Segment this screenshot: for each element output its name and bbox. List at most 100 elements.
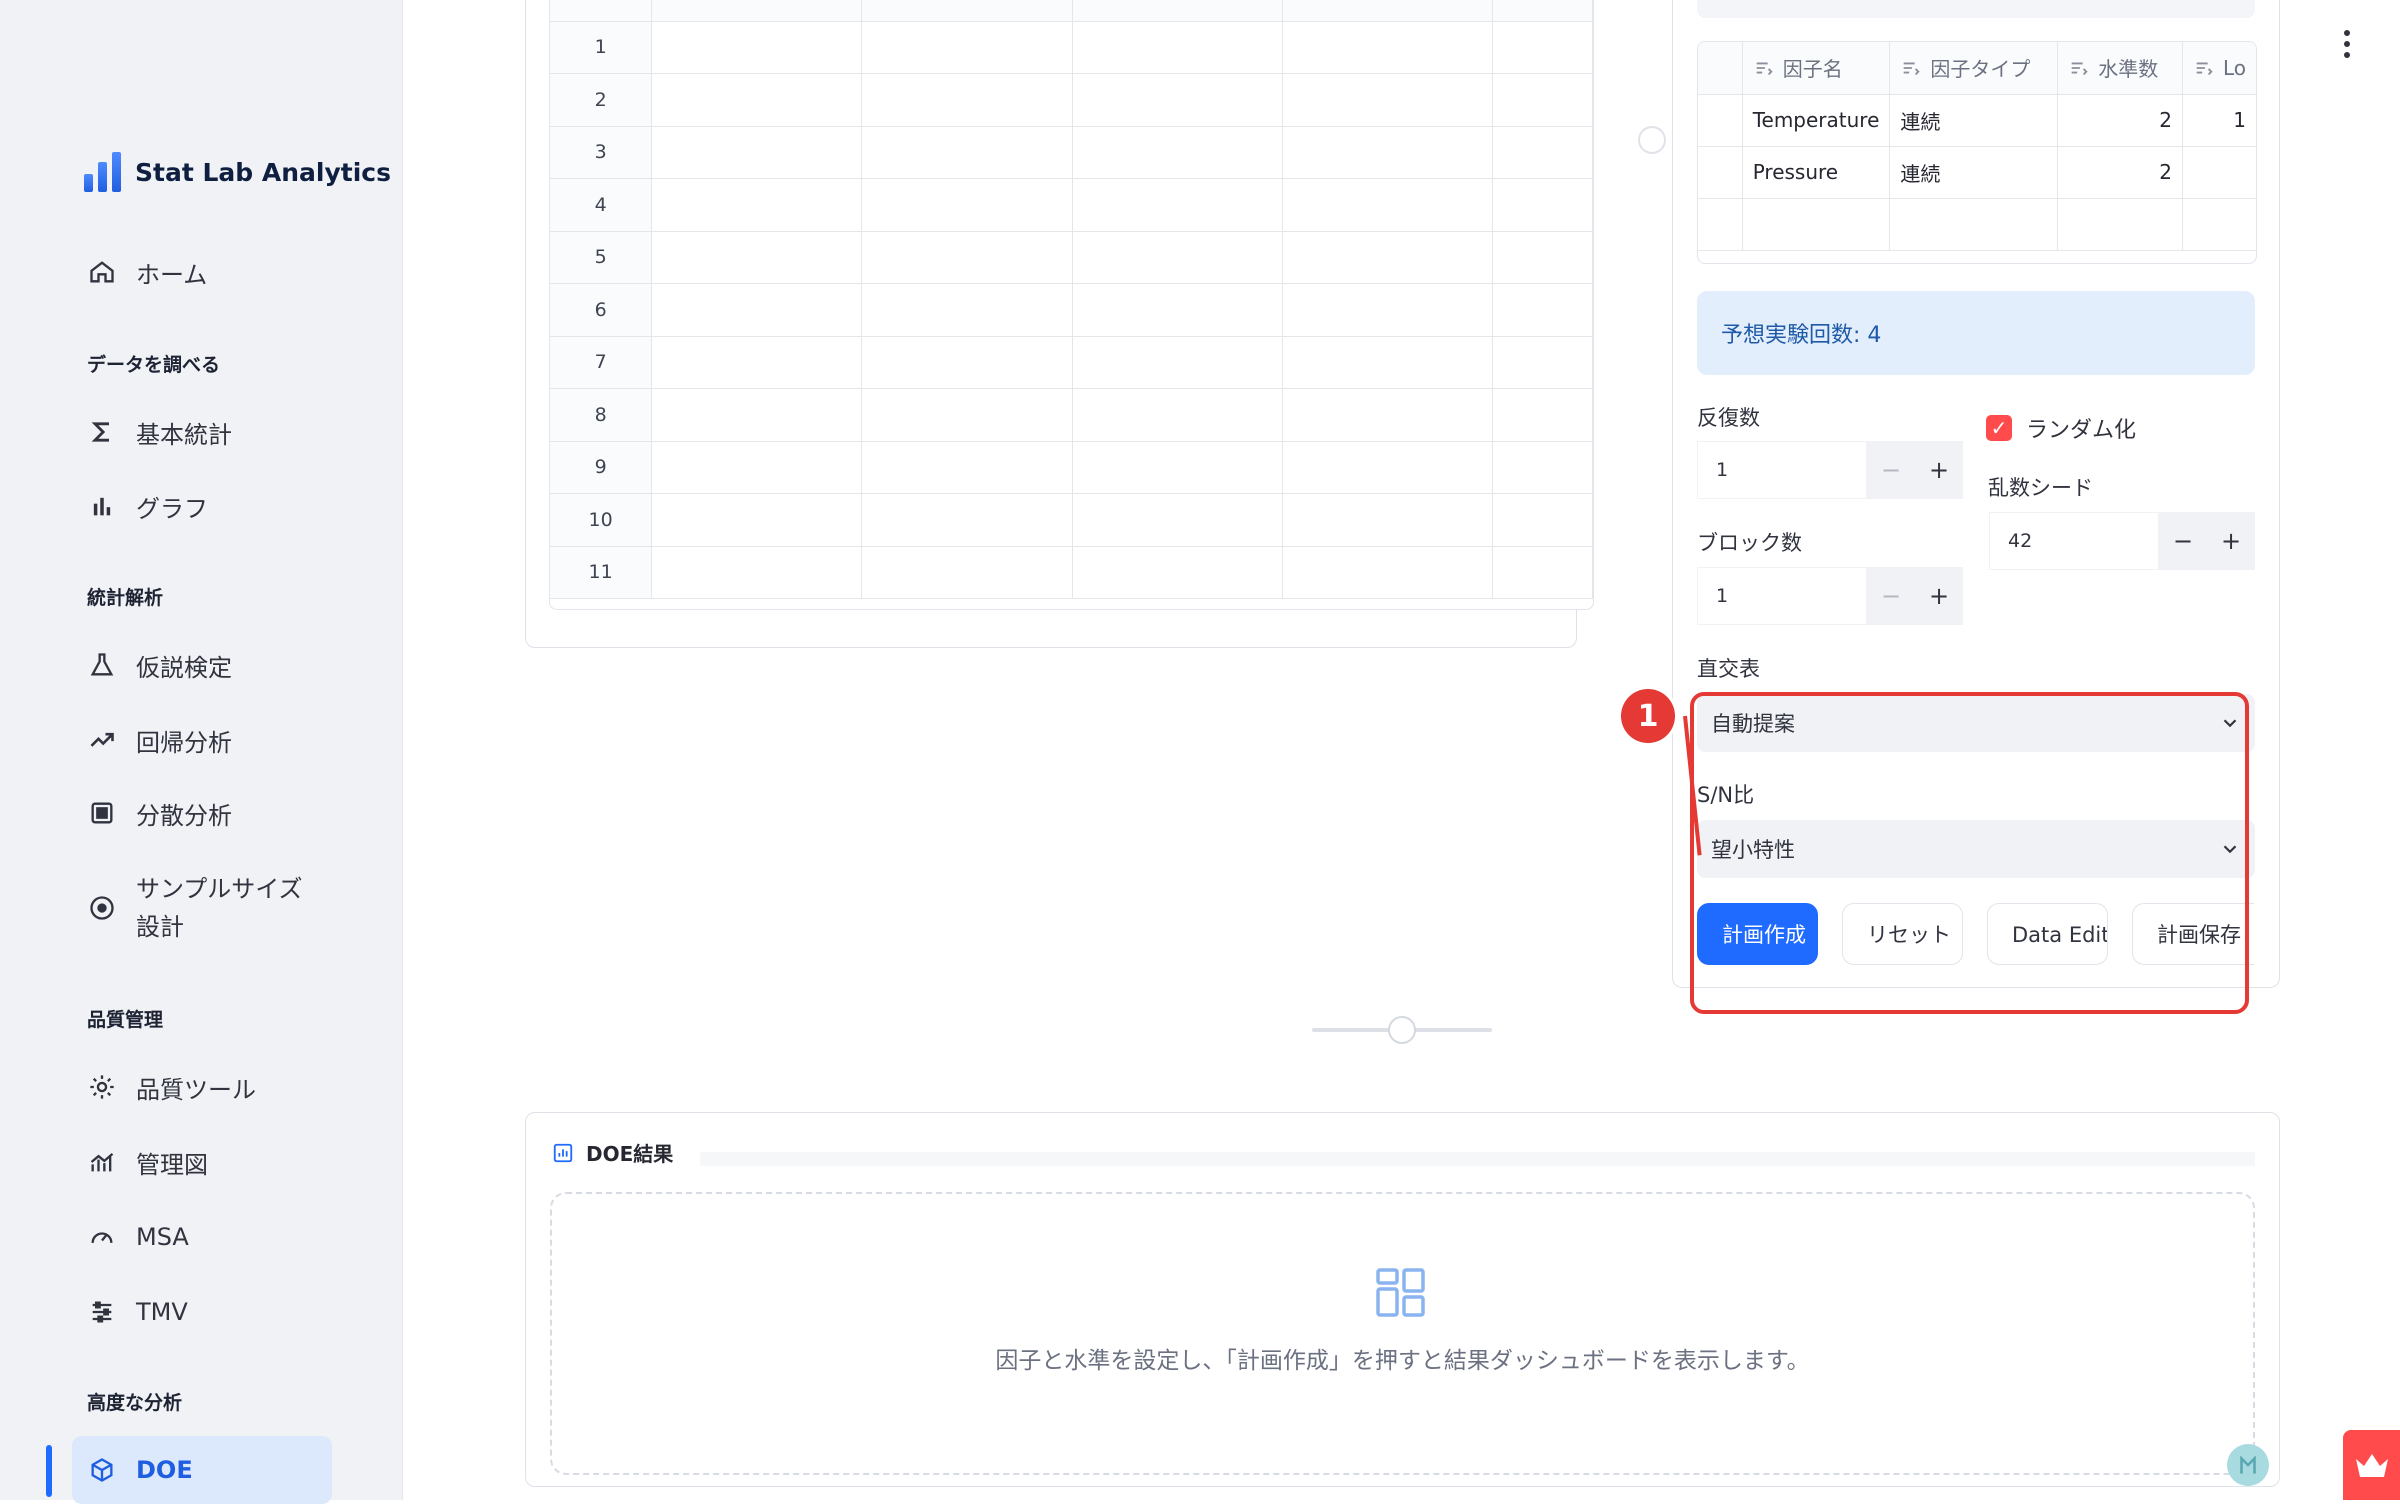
- main-menu-icon[interactable]: [2344, 30, 2350, 58]
- grid-cell[interactable]: [1072, 73, 1284, 127]
- sidebar-item-graph[interactable]: グラフ: [72, 486, 332, 526]
- grid-cell[interactable]: [861, 178, 1073, 232]
- grid-cell[interactable]: [651, 283, 863, 337]
- replicates-stepper[interactable]: 1 − +: [1697, 441, 1963, 499]
- grid-cell[interactable]: [1282, 21, 1494, 74]
- grid-cell[interactable]: [861, 441, 1073, 494]
- decrement-button[interactable]: −: [1867, 441, 1915, 499]
- decrement-button[interactable]: −: [2159, 512, 2207, 570]
- resize-slider-thumb[interactable]: [1388, 1016, 1416, 1044]
- grid-cell[interactable]: [1282, 126, 1494, 179]
- sidebar-item-hypothesis[interactable]: 仮説検定: [72, 645, 332, 685]
- seed-stepper[interactable]: 42 − +: [1989, 512, 2255, 570]
- factor-name-cell[interactable]: Temperature: [1742, 94, 1891, 147]
- grid-cell[interactable]: [1072, 231, 1284, 284]
- grid-cell[interactable]: [1282, 441, 1494, 494]
- factor-levels-cell[interactable]: 2: [2057, 94, 2183, 147]
- grid-cell[interactable]: [1282, 231, 1494, 284]
- grid-cell[interactable]: [1492, 388, 1593, 442]
- grid-cell[interactable]: [1492, 546, 1593, 599]
- decrement-button[interactable]: −: [1867, 567, 1915, 625]
- grid-cell[interactable]: [861, 283, 1073, 337]
- table-row[interactable]: 10: [550, 493, 1593, 547]
- grid-cell[interactable]: [1072, 126, 1284, 179]
- grid-cell[interactable]: [651, 546, 863, 599]
- increment-button[interactable]: +: [1915, 441, 1963, 499]
- grid-cell[interactable]: [1492, 126, 1593, 179]
- grid-cell[interactable]: [1072, 441, 1284, 494]
- sidebar-item-regression[interactable]: 回帰分析: [72, 720, 332, 760]
- factor-type-cell[interactable]: 連続: [1889, 94, 2059, 147]
- grid-cell[interactable]: [861, 21, 1073, 74]
- grid-cell[interactable]: [1492, 231, 1593, 284]
- panel-splitter-handle[interactable]: [1638, 126, 1666, 154]
- sidebar-item-msa[interactable]: MSA: [72, 1217, 332, 1257]
- sidebar-item-sample-size[interactable]: サンプルサイズ設計: [72, 868, 332, 948]
- factor-type-cell[interactable]: 連続: [1889, 146, 2059, 199]
- seed-input[interactable]: 42: [1989, 512, 2159, 570]
- grid-cell[interactable]: [1282, 546, 1494, 599]
- grid-cell[interactable]: [651, 126, 863, 179]
- grid-cell[interactable]: [1072, 178, 1284, 232]
- grid-cell[interactable]: [1282, 493, 1494, 547]
- grid-cell[interactable]: [1282, 178, 1494, 232]
- table-row[interactable]: 9: [550, 441, 1593, 494]
- grid-cell[interactable]: [651, 493, 863, 547]
- checkbox-checked-icon[interactable]: ✓: [1986, 415, 2012, 441]
- sidebar-item-anova[interactable]: 分散分析: [72, 793, 332, 833]
- grid-cell[interactable]: [1072, 388, 1284, 442]
- sidebar-item-basic-stats[interactable]: 基本統計: [72, 412, 332, 452]
- grid-cell[interactable]: [1282, 336, 1494, 389]
- replicates-input[interactable]: 1: [1697, 441, 1867, 499]
- grid-cell[interactable]: [1492, 441, 1593, 494]
- factor-low-cell[interactable]: [2182, 146, 2256, 199]
- table-row[interactable]: 7: [550, 336, 1593, 389]
- grid-cell[interactable]: [861, 73, 1073, 127]
- grid-cell[interactable]: [651, 73, 863, 127]
- grid-cell[interactable]: [1492, 336, 1593, 389]
- grid-cell[interactable]: [1072, 283, 1284, 337]
- blocks-input[interactable]: 1: [1697, 567, 1867, 625]
- table-row[interactable]: Pressure 連続 2: [1698, 146, 2256, 199]
- assistant-icon[interactable]: [2227, 1444, 2269, 1486]
- grid-cell[interactable]: [1492, 73, 1593, 127]
- grid-cell[interactable]: [651, 231, 863, 284]
- table-row[interactable]: 1: [550, 21, 1593, 74]
- grid-cell[interactable]: [1282, 388, 1494, 442]
- grid-cell[interactable]: [651, 336, 863, 389]
- factor-levels-cell[interactable]: 2: [2057, 146, 2183, 199]
- table-row[interactable]: 5: [550, 231, 1593, 284]
- grid-cell[interactable]: [1282, 73, 1494, 127]
- factor-name-cell[interactable]: Pressure: [1742, 146, 1891, 199]
- sidebar-item-control-chart[interactable]: 管理図: [72, 1142, 332, 1182]
- grid-cell[interactable]: [861, 231, 1073, 284]
- grid-cell[interactable]: [651, 21, 863, 74]
- grid-cell[interactable]: [651, 441, 863, 494]
- table-row-empty[interactable]: [1698, 198, 2256, 251]
- sidebar-item-tmv[interactable]: TMV: [72, 1292, 332, 1332]
- factor-table[interactable]: 因子名 因子タイプ 水準数 Lo Temperature 連続 2 1 Pres…: [1697, 41, 2257, 264]
- grid-cell[interactable]: [1072, 493, 1284, 547]
- table-row[interactable]: 3: [550, 126, 1593, 179]
- grid-cell[interactable]: [861, 546, 1073, 599]
- grid-cell[interactable]: [861, 126, 1073, 179]
- data-grid[interactable]: 1 2 3 4 5 6 7 8 9 10 11: [549, 0, 1594, 610]
- grid-cell[interactable]: [1072, 336, 1284, 389]
- grid-cell[interactable]: [861, 336, 1073, 389]
- sidebar-item-home[interactable]: ホーム: [72, 252, 332, 292]
- increment-button[interactable]: +: [2207, 512, 2255, 570]
- blocks-stepper[interactable]: 1 − +: [1697, 567, 1963, 625]
- crown-icon[interactable]: [2343, 1430, 2400, 1500]
- grid-cell[interactable]: [861, 493, 1073, 547]
- grid-cell[interactable]: [1072, 21, 1284, 74]
- grid-cell[interactable]: [651, 178, 863, 232]
- table-row[interactable]: 6: [550, 283, 1593, 337]
- table-row[interactable]: 8: [550, 388, 1593, 442]
- grid-cell[interactable]: [1282, 283, 1494, 337]
- randomize-checkbox[interactable]: ✓ ランダム化: [1986, 412, 2136, 444]
- grid-cell[interactable]: [1492, 283, 1593, 337]
- grid-cell[interactable]: [1492, 493, 1593, 547]
- increment-button[interactable]: +: [1915, 567, 1963, 625]
- brand[interactable]: Stat Lab Analytics: [84, 152, 391, 192]
- grid-cell[interactable]: [651, 388, 863, 442]
